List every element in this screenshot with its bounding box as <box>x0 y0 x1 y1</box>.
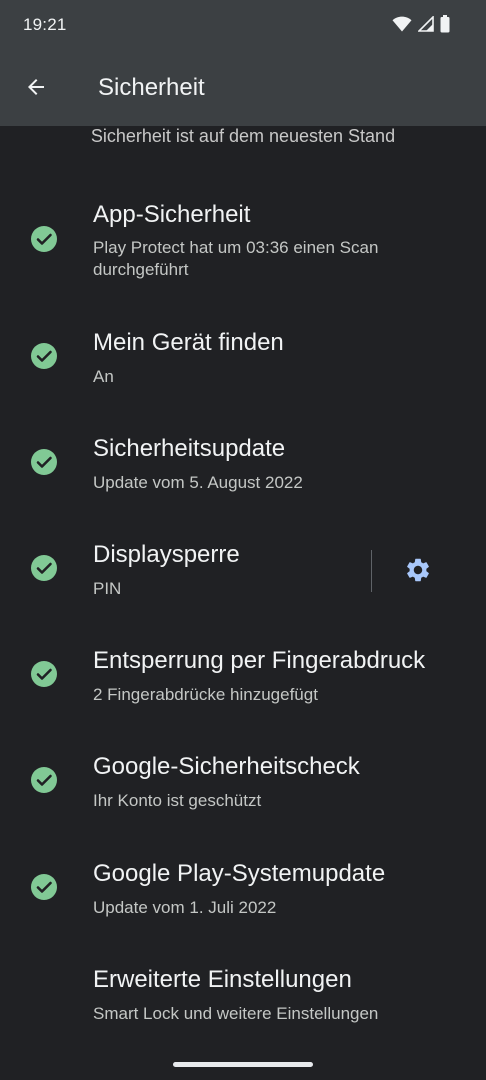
list-item-subtitle: PIN <box>93 579 122 598</box>
list-item-subtitle: An <box>93 367 114 386</box>
vertical-divider <box>371 550 372 592</box>
list-item-subtitle: 2 Fingerabdrücke hinzugefügt <box>93 685 318 704</box>
list-item-find-my-device[interactable]: Mein Gerät finden An <box>0 314 486 420</box>
list-item-app-security[interactable]: App-Sicherheit Play Protect hat um 03:36… <box>0 186 486 292</box>
list-item-fingerprint-unlock[interactable]: Entsperrung per Fingerabdruck 2 Fingerab… <box>0 632 486 738</box>
status-bar: 19:21 <box>0 0 486 52</box>
check-circle-icon <box>31 449 57 475</box>
page-title: Sicherheit <box>98 74 205 101</box>
check-circle-icon <box>31 661 57 687</box>
list-item-subtitle: Ihr Konto ist geschützt <box>93 791 262 810</box>
gesture-nav-handle[interactable] <box>173 1062 313 1067</box>
check-circle-icon <box>31 767 57 793</box>
list-item-title: Displaysperre <box>93 541 240 568</box>
list-item-advanced-settings[interactable]: Erweiterte Einstellungen Smart Lock und … <box>0 951 486 1057</box>
security-summary-text: Sicherheit ist auf dem neuesten Stand <box>90 126 396 146</box>
list-item-screen-lock[interactable]: Displaysperre PIN <box>0 526 366 632</box>
list-item-title: App-Sicherheit <box>93 201 251 228</box>
list-item-google-security-checkup[interactable]: Google-Sicherheitscheck Ihr Konto ist ge… <box>0 738 486 844</box>
back-button[interactable] <box>16 69 56 109</box>
list-item-security-update[interactable]: Sicherheitsupdate Update vom 5. August 2… <box>0 420 486 526</box>
list-item-title: Sicherheitsupdate <box>93 435 286 462</box>
list-item-subtitle: Smart Lock und weitere Einstellungen <box>93 1004 379 1023</box>
list-item-subtitle: Play Protect hat um 03:36 einen Scan dur… <box>93 238 379 279</box>
check-circle-icon <box>31 555 57 581</box>
list-item-subtitle: Update vom 1. Juli 2022 <box>93 898 277 917</box>
list-item-title: Erweiterte Einstellungen <box>93 966 352 993</box>
list-item-title: Google Play-Systemupdate <box>93 860 386 887</box>
status-icons <box>392 14 450 38</box>
signal-icon <box>417 14 434 37</box>
list-item-play-system-update[interactable]: Google Play-Systemupdate Update vom 1. J… <box>0 845 486 951</box>
list-item-title: Mein Gerät finden <box>93 329 284 356</box>
list-item-title: Google-Sicherheitscheck <box>93 753 360 780</box>
battery-icon <box>440 14 450 38</box>
check-circle-icon <box>31 343 57 369</box>
wifi-icon <box>392 16 412 37</box>
app-bar: Sicherheit <box>0 52 486 126</box>
arrow-back-icon <box>24 75 48 104</box>
list-item-subtitle: Update vom 5. August 2022 <box>93 473 303 492</box>
list-item-title: Entsperrung per Fingerabdruck <box>93 647 426 674</box>
check-circle-icon <box>31 226 57 252</box>
screen-lock-settings-button[interactable] <box>398 554 438 590</box>
status-time: 19:21 <box>23 15 67 34</box>
gear-icon <box>404 556 432 589</box>
check-circle-icon <box>31 874 57 900</box>
security-summary: Sicherheit ist auf dem neuesten Stand <box>0 126 486 147</box>
